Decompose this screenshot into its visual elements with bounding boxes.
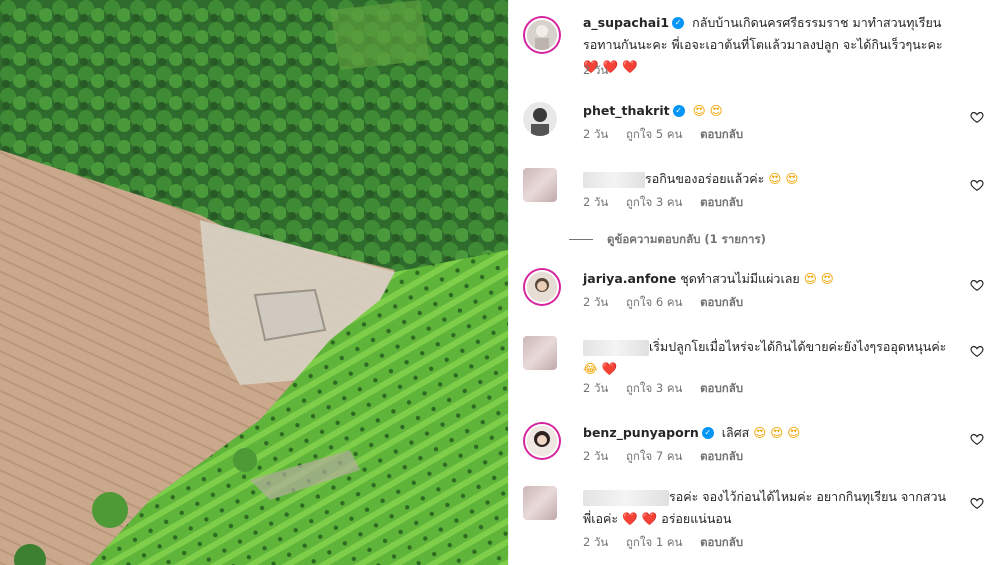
heart-outline-icon[interactable] bbox=[970, 496, 984, 510]
reply-button[interactable]: ตอบกลับ bbox=[700, 381, 743, 395]
comment-meta: 2 วัน ถูกใจ 1 คน ตอบกลับ bbox=[583, 534, 757, 552]
comment-emoji: ❤️ ❤️ bbox=[622, 511, 658, 526]
comment-text: phet_thakrit ✓ 😍 😍 bbox=[583, 100, 954, 122]
comment-time[interactable]: 2 วัน bbox=[583, 381, 608, 395]
avatar-photo bbox=[523, 102, 557, 136]
comment-emoji: 😍 😍 😍 bbox=[753, 425, 801, 440]
comment-likes[interactable]: ถูกใจ 5 คน bbox=[626, 127, 682, 141]
comment-time[interactable]: 2 วัน bbox=[583, 195, 608, 209]
comment-body: รอกินของอร่อยแล้วค่ะ bbox=[645, 171, 765, 186]
avatar-masked[interactable] bbox=[523, 336, 557, 370]
avatar[interactable] bbox=[525, 18, 559, 52]
masked-username bbox=[583, 171, 645, 188]
reply-button[interactable]: ตอบกลับ bbox=[700, 535, 743, 549]
masked-username bbox=[583, 489, 669, 506]
reply-button[interactable]: ตอบกลับ bbox=[700, 195, 743, 209]
reply-button[interactable]: ตอบกลับ bbox=[700, 449, 743, 463]
post-photo[interactable] bbox=[0, 0, 508, 565]
comment-text: รอกินของอร่อยแล้วค่ะ 😍 😍 bbox=[583, 168, 954, 190]
view-replies-label: ดูข้อความตอบกลับ (1 รายการ) bbox=[607, 232, 766, 246]
verified-badge-icon: ✓ bbox=[672, 104, 685, 117]
heart-outline-icon[interactable] bbox=[970, 178, 984, 192]
avatar-masked[interactable] bbox=[523, 486, 557, 520]
comment-emoji: 😍 😍 bbox=[803, 271, 834, 286]
comment-meta: 2 วัน ถูกใจ 3 คน ตอบกลับ bbox=[583, 194, 757, 212]
view-replies-button[interactable]: ดูข้อความตอบกลับ (1 รายการ) bbox=[569, 231, 766, 249]
avatar-photo bbox=[527, 426, 557, 456]
reply-button[interactable]: ตอบกลับ bbox=[700, 295, 743, 309]
avatar[interactable] bbox=[525, 270, 559, 304]
avatar[interactable] bbox=[523, 102, 557, 136]
avatar-photo bbox=[527, 272, 557, 302]
heart-outline-icon[interactable] bbox=[970, 110, 984, 124]
comment-item: benz_punyaporn ✓ เลิศส 😍 😍 😍 2 วัน ถูกใจ … bbox=[523, 420, 994, 470]
comment-item: jariya.anfone ชุดทำสวนไม่มีแผ่วเลย 😍 😍 2… bbox=[523, 266, 994, 316]
comments-panel: a_supachai1 ✓ กลับบ้านเกิดนครศรีธรรมราช ม… bbox=[508, 0, 1004, 565]
caption-text: a_supachai1 ✓ กลับบ้านเกิดนครศรีธรรมราช ม… bbox=[583, 12, 954, 78]
comment-username[interactable]: phet_thakrit bbox=[583, 103, 670, 118]
verified-badge-icon: ✓ bbox=[672, 16, 685, 29]
comment-emoji: 😍 😍 bbox=[692, 103, 723, 118]
comment-text: jariya.anfone ชุดทำสวนไม่มีแผ่วเลย 😍 😍 bbox=[583, 268, 954, 290]
heart-outline-icon[interactable] bbox=[970, 278, 984, 292]
heart-outline-icon[interactable] bbox=[970, 432, 984, 446]
caption-meta: 2 วัน bbox=[583, 62, 622, 80]
comment-item: รอกินของอร่อยแล้วค่ะ 😍 😍 2 วัน ถูกใจ 3 ค… bbox=[523, 166, 994, 216]
comment-time[interactable]: 2 วัน bbox=[583, 295, 608, 309]
comment-text: benz_punyaporn ✓ เลิศส 😍 😍 😍 bbox=[583, 422, 954, 444]
comment-meta: 2 วัน ถูกใจ 5 คน ตอบกลับ bbox=[583, 126, 757, 144]
comment-likes[interactable]: ถูกใจ 3 คน bbox=[626, 195, 682, 209]
comment-likes[interactable]: ถูกใจ 6 คน bbox=[626, 295, 682, 309]
comment-text: เริ่มปลูกโยเมื่อไหร่จะได้กินได้ขายค่ะยัง… bbox=[583, 336, 954, 380]
comment-meta: 2 วัน ถูกใจ 3 คน ตอบกลับ bbox=[583, 380, 757, 398]
comment-body: เริ่มปลูกโยเมื่อไหร่จะได้กินได้ขายค่ะยัง… bbox=[649, 339, 947, 354]
comment-body: เลิศส bbox=[721, 425, 750, 440]
comment-time[interactable]: 2 วัน bbox=[583, 449, 608, 463]
comment-body: ชุดทำสวนไม่มีแผ่วเลย bbox=[680, 271, 800, 286]
comment-text: รอค่ะ จองไว้ก่อนได้ไหมค่ะ อยากกินทุเรียน… bbox=[583, 486, 954, 530]
comment-meta: 2 วัน ถูกใจ 7 คน ตอบกลับ bbox=[583, 448, 757, 466]
avatar-photo bbox=[527, 20, 557, 50]
comment-username[interactable]: jariya.anfone bbox=[583, 271, 676, 286]
comment-meta: 2 วัน ถูกใจ 6 คน ตอบกลับ bbox=[583, 294, 757, 312]
masked-username bbox=[583, 339, 649, 356]
reply-button[interactable]: ตอบกลับ bbox=[700, 127, 743, 141]
comment-time[interactable]: 2 วัน bbox=[583, 535, 608, 549]
comment-item: เริ่มปลูกโยเมื่อไหร่จะได้กินได้ขายค่ะยัง… bbox=[523, 334, 994, 400]
comment-username[interactable]: benz_punyaporn bbox=[583, 425, 699, 440]
comment-time[interactable]: 2 วัน bbox=[583, 127, 608, 141]
comment-body-cont: อร่อยแน่นอน bbox=[661, 511, 732, 526]
caption-time[interactable]: 2 วัน bbox=[583, 63, 608, 77]
comment-likes[interactable]: ถูกใจ 3 คน bbox=[626, 381, 682, 395]
avatar[interactable] bbox=[525, 424, 559, 458]
comment-item: รอค่ะ จองไว้ก่อนได้ไหมค่ะ อยากกินทุเรียน… bbox=[523, 484, 994, 554]
comment-item: phet_thakrit ✓ 😍 😍 2 วัน ถูกใจ 5 คน ตอบกล… bbox=[523, 98, 994, 148]
avatar-masked[interactable] bbox=[523, 168, 557, 202]
comment-emoji: 😍 😍 bbox=[768, 171, 799, 186]
heart-outline-icon[interactable] bbox=[970, 344, 984, 358]
aerial-farm-image bbox=[0, 0, 508, 565]
comment-likes[interactable]: ถูกใจ 7 คน bbox=[626, 449, 682, 463]
caption: a_supachai1 ✓ กลับบ้านเกิดนครศรีธรรมราช ม… bbox=[523, 12, 994, 82]
caption-username[interactable]: a_supachai1 bbox=[583, 15, 669, 30]
comment-emoji: 😂 ❤️ bbox=[583, 361, 618, 376]
comment-likes[interactable]: ถูกใจ 1 คน bbox=[626, 535, 682, 549]
verified-badge-icon: ✓ bbox=[701, 426, 714, 439]
divider-line bbox=[569, 239, 593, 240]
